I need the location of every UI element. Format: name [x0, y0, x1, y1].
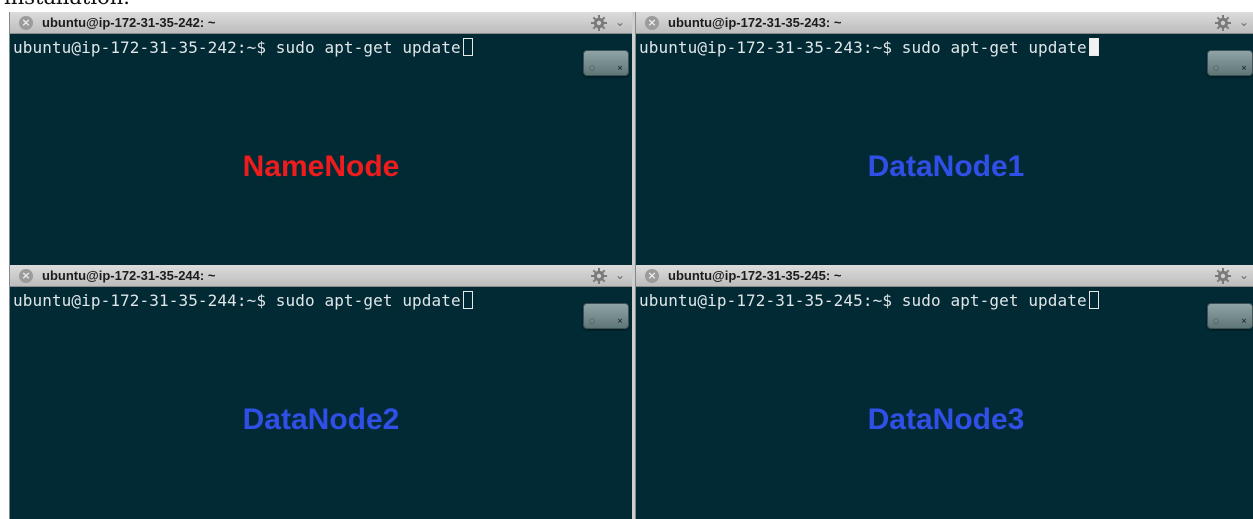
pane-title: ubuntu@ip-172-31-35-245: ~: [668, 268, 842, 283]
terminal-pane-datanode2[interactable]: × ubuntu@ip-172-31-35-244: ~ ⌄ ubuntu@ip…: [9, 265, 632, 519]
pane-title: ubuntu@ip-172-31-35-243: ~: [668, 15, 842, 30]
pane-title: ubuntu@ip-172-31-35-244: ~: [42, 268, 216, 283]
pane-titlebar[interactable]: × ubuntu@ip-172-31-35-242: ~ ⌄: [10, 12, 632, 34]
gear-icon[interactable]: [1214, 14, 1232, 32]
terminal-grid: × ubuntu@ip-172-31-35-242: ~ ⌄ ubuntu@ip…: [9, 12, 1253, 519]
node-label: DataNode2: [242, 403, 400, 436]
overlay-close-icon: ×: [1241, 64, 1247, 72]
gear-icon[interactable]: [590, 14, 608, 32]
node-label: DataNode3: [867, 403, 1025, 436]
shell-prompt: ubuntu@ip-172-31-35-242:~$: [13, 38, 267, 57]
shell-command: sudo apt-get update: [901, 291, 1087, 310]
pane-title: ubuntu@ip-172-31-35-242: ~: [42, 15, 216, 30]
node-label: DataNode1: [867, 150, 1025, 183]
terminal-line[interactable]: ubuntu@ip-172-31-35-244:~$ sudo apt-get …: [13, 291, 473, 310]
overlay-widget: ◌ ×: [583, 303, 629, 329]
close-icon[interactable]: ×: [645, 269, 659, 283]
overlay-widget-icon: ◌: [589, 64, 596, 72]
terminal-line[interactable]: ubuntu@ip-172-31-35-243:~$ sudo apt-get …: [639, 38, 1099, 57]
chevron-down-icon[interactable]: ⌄: [1238, 267, 1250, 283]
terminal-cursor: [462, 38, 473, 56]
overlay-widget: ◌ ×: [583, 50, 629, 76]
overlay-widget-icon: ◌: [1213, 317, 1220, 325]
close-icon[interactable]: ×: [645, 16, 659, 30]
caption-strip: installation.: [0, 0, 1253, 12]
pane-titlebar[interactable]: × ubuntu@ip-172-31-35-243: ~ ⌄: [636, 12, 1253, 34]
overlay-close-icon: ×: [617, 64, 623, 72]
shell-prompt: ubuntu@ip-172-31-35-245:~$: [639, 291, 893, 310]
close-icon[interactable]: ×: [19, 269, 33, 283]
shell-prompt: ubuntu@ip-172-31-35-244:~$: [13, 291, 267, 310]
pane-titlebar[interactable]: × ubuntu@ip-172-31-35-245: ~ ⌄: [636, 265, 1253, 287]
terminal-cursor: [462, 291, 473, 309]
node-label: NameNode: [242, 150, 400, 183]
chevron-down-icon[interactable]: ⌄: [1238, 14, 1250, 30]
shell-command: sudo apt-get update: [275, 38, 461, 57]
chevron-down-icon[interactable]: ⌄: [614, 267, 626, 283]
terminal-pane-datanode3[interactable]: × ubuntu@ip-172-31-35-245: ~ ⌄ ubuntu@ip…: [635, 265, 1253, 519]
terminal-cursor: [1088, 291, 1099, 309]
overlay-widget-icon: ◌: [589, 317, 596, 325]
shell-command: sudo apt-get update: [901, 38, 1087, 57]
shell-command: sudo apt-get update: [275, 291, 461, 310]
caption-text: installation.: [4, 0, 130, 9]
overlay-widget-icon: ◌: [1213, 64, 1220, 72]
gear-icon[interactable]: [590, 267, 608, 285]
shell-prompt: ubuntu@ip-172-31-35-243:~$: [639, 38, 893, 57]
overlay-close-icon: ×: [617, 317, 623, 325]
terminal-line[interactable]: ubuntu@ip-172-31-35-245:~$ sudo apt-get …: [639, 291, 1099, 310]
overlay-widget: ◌ ×: [1207, 303, 1253, 329]
terminal-pane-datanode1[interactable]: × ubuntu@ip-172-31-35-243: ~ ⌄ ubuntu@ip…: [635, 12, 1253, 265]
overlay-widget: ◌ ×: [1207, 50, 1253, 76]
close-icon[interactable]: ×: [19, 16, 33, 30]
gear-icon[interactable]: [1214, 267, 1232, 285]
pane-titlebar[interactable]: × ubuntu@ip-172-31-35-244: ~ ⌄: [10, 265, 632, 287]
terminal-pane-namenode[interactable]: × ubuntu@ip-172-31-35-242: ~ ⌄ ubuntu@ip…: [9, 12, 632, 265]
chevron-down-icon[interactable]: ⌄: [614, 14, 626, 30]
overlay-close-icon: ×: [1241, 317, 1247, 325]
terminal-cursor: [1088, 38, 1099, 56]
terminal-line[interactable]: ubuntu@ip-172-31-35-242:~$ sudo apt-get …: [13, 38, 473, 57]
